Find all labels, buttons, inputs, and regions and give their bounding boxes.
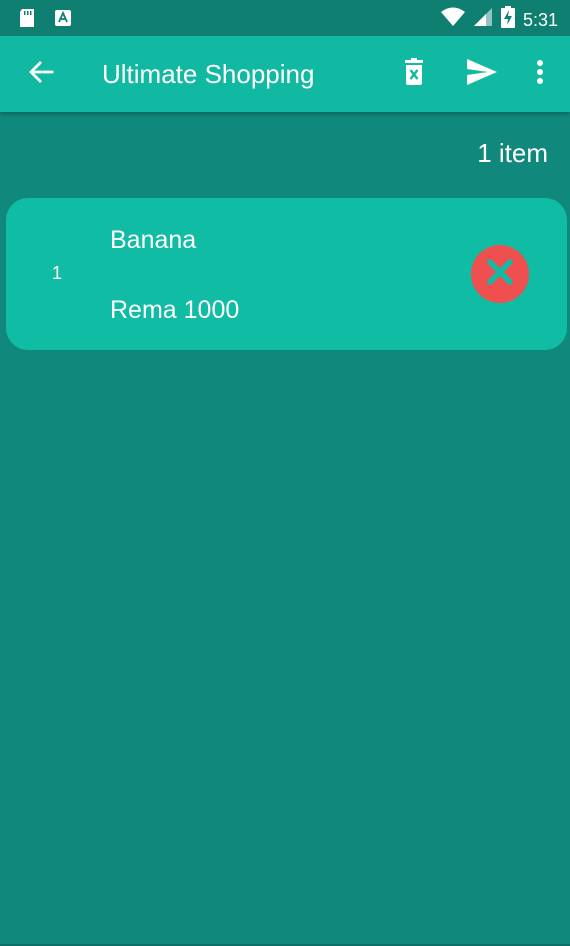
status-bar: 5:31 bbox=[0, 0, 570, 36]
status-time: 5:31 bbox=[522, 9, 558, 30]
item-store: Rema 1000 bbox=[110, 296, 240, 324]
more-options-button[interactable] bbox=[526, 54, 554, 94]
send-button[interactable] bbox=[462, 54, 502, 94]
app-bar: Ultimate Shopping bbox=[0, 36, 570, 112]
delete-list-button[interactable] bbox=[398, 54, 430, 94]
battery-charging-icon bbox=[500, 6, 515, 33]
status-left-icons bbox=[18, 8, 72, 33]
remove-item-button[interactable] bbox=[471, 245, 529, 303]
close-icon bbox=[485, 257, 515, 292]
arrow-left-icon bbox=[28, 59, 54, 90]
status-right-icons: 5:31 bbox=[440, 6, 558, 33]
send-icon bbox=[466, 58, 498, 91]
back-button[interactable] bbox=[21, 54, 61, 94]
app-notification-icon bbox=[54, 9, 72, 32]
item-quantity: 1 bbox=[52, 263, 63, 283]
more-vert-icon bbox=[536, 59, 544, 90]
sd-card-icon bbox=[18, 8, 36, 33]
list-item[interactable]: 1 Banana Rema 1000 bbox=[6, 198, 567, 350]
item-count: 1 item bbox=[477, 138, 548, 168]
wifi-icon bbox=[440, 7, 465, 32]
item-name: Banana bbox=[110, 226, 197, 254]
cellular-signal-icon bbox=[473, 7, 493, 32]
app-title: Ultimate Shopping bbox=[102, 59, 315, 89]
trash-icon bbox=[403, 57, 425, 91]
